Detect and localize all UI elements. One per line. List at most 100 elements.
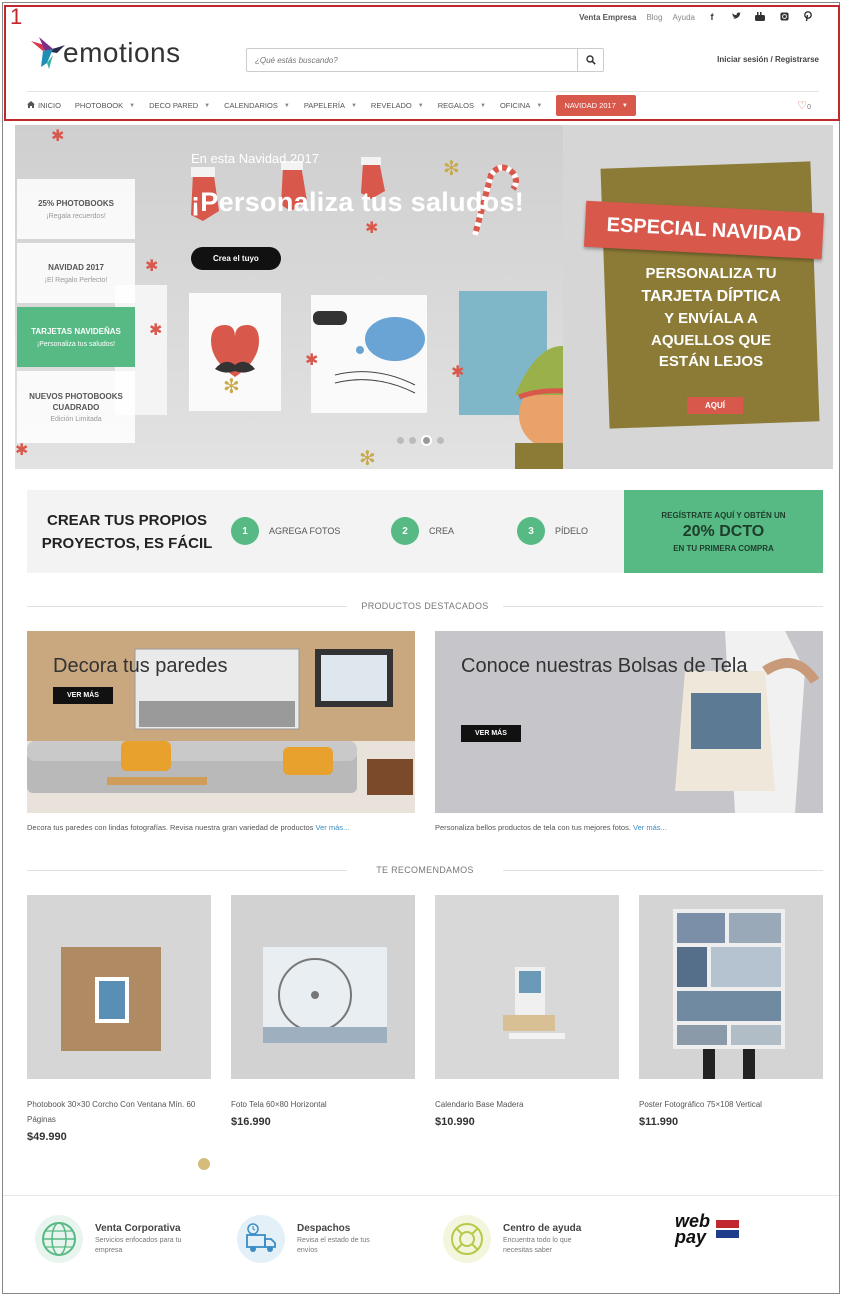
caret-down-icon: ▼ — [417, 102, 424, 109]
banner-aqui-button[interactable]: AQUÍ — [687, 397, 743, 414]
promo-discount: 20% DCTO — [682, 522, 765, 540]
hero-carousel[interactable]: ✱ ✱ ✱ ✱ ✱ ✱ ✱ ✻ ✻ ✻ En esta Navidad 2017 ¡Per… — [15, 125, 833, 469]
side-menu-item-navidad[interactable]: NAVIDAD 2017 ¡El Regalo Perfecto! — [17, 243, 135, 303]
side-menu-subtitle: ¡El Regalo Perfecto! — [44, 276, 108, 284]
card-brand-icon — [716, 1230, 739, 1239]
product-card[interactable]: Foto Tela 60×80 Horizontal $16.990 — [231, 895, 415, 1128]
side-menu-item-tarjetas[interactable]: TARJETAS NAVIDEÑAS ¡Personaliza tus salu… — [17, 307, 135, 367]
step-3: 3 PÍDELO — [517, 517, 588, 545]
section-title-text: TE RECOMENDAMOS — [376, 865, 474, 875]
svg-text:✱: ✱ — [149, 320, 162, 339]
footer-item-venta-corporativa[interactable]: Venta Corporativa Servicios enfocados pa… — [35, 1215, 185, 1263]
section-title-recomendamos: TE RECOMENDAMOS — [27, 865, 823, 875]
ver-mas-button[interactable]: VER MÁS — [53, 687, 113, 704]
webpay-wordmark: web pay — [675, 1212, 710, 1248]
step-label: CREA — [429, 526, 455, 536]
instagram-icon[interactable] — [777, 11, 791, 23]
product-price: $16.990 — [231, 1116, 271, 1129]
ver-mas-link[interactable]: Ver más... — [316, 823, 350, 832]
nav-item-regalos[interactable]: REGALOS ▼ — [438, 101, 486, 110]
footer-item-subtitle: Servicios enfocados para tu empresa — [95, 1237, 182, 1254]
svg-text:✻: ✻ — [443, 156, 460, 180]
venta-empresa-link[interactable]: Venta Empresa — [579, 13, 636, 22]
wishlist-button[interactable]: ♡0 — [797, 99, 811, 112]
featured-caption: Decora tus paredes con lindas fotografía… — [27, 823, 349, 832]
footer-item-despachos[interactable]: Despachos Revisa el estado de tus envíos — [237, 1215, 387, 1263]
featured-card-bolsas[interactable]: Conoce nuestras Bolsas de Tela VER MÁS — [435, 631, 823, 813]
svg-text:✻: ✻ — [359, 446, 376, 469]
ayuda-link[interactable]: Ayuda — [672, 13, 695, 22]
product-name: Foto Tela 60×80 Horizontal — [231, 1100, 327, 1109]
section-title-destacados: PRODUCTOS DESTACADOS — [27, 601, 823, 611]
youtube-icon[interactable] — [753, 11, 767, 23]
caret-down-icon: ▼ — [621, 102, 628, 109]
page-frame: Venta Empresa Blog Ayuda f emotions ¿Qué… — [2, 2, 840, 1294]
home-icon — [27, 101, 35, 110]
svg-text:✱: ✱ — [51, 126, 64, 145]
product-card[interactable]: Photobook 30×30 Corcho Con Ventana Mín. … — [27, 895, 211, 1143]
register-promo-button[interactable]: REGÍSTRATE AQUÍ Y OBTÉN UN 20% DCTO EN T… — [624, 490, 823, 573]
hero-subtitle: En esta Navidad 2017 — [191, 151, 319, 166]
nav-item-label: PAPELERÍA — [303, 101, 345, 110]
svg-text:✱: ✱ — [305, 350, 318, 369]
hummingbird-logo-icon — [29, 33, 65, 69]
side-menu-title: NUEVOS PHOTOBOOKS CUADRADO — [29, 391, 123, 412]
main-nav: INICIO PHOTOBOOK ▼ DECO PARED ▼ CALENDARIO… — [27, 91, 819, 119]
nav-item-calendarios[interactable]: CALENDARIOS ▼ — [224, 101, 290, 110]
blog-link[interactable]: Blog — [646, 13, 662, 22]
step-1: 1 AGREGA FOTOS — [231, 517, 340, 545]
featured-card-title: Conoce nuestras Bolsas de Tela — [461, 655, 748, 677]
carousel-dot[interactable] — [437, 437, 444, 444]
facebook-icon[interactable]: f — [705, 12, 719, 22]
nav-item-revelado[interactable]: REVELADO ▼ — [371, 101, 424, 110]
footer-divider — [3, 1195, 839, 1196]
ver-mas-link[interactable]: Ver más... — [633, 823, 667, 832]
nav-item-navidad-2017[interactable]: NAVIDAD 2017 ▼ — [556, 95, 636, 116]
footer-item-title: Venta Corporativa — [95, 1223, 181, 1235]
featured-card-title: Decora tus paredes — [53, 655, 228, 677]
product-name: Poster Fotográfico 75×108 Vertical — [639, 1100, 762, 1109]
crea-el-tuyo-button[interactable]: Crea el tuyo — [191, 247, 281, 270]
banner-line: AQUELLOS QUE — [650, 331, 771, 349]
footer-item-subtitle: Encuentra todo lo que necesitas saber — [503, 1237, 572, 1254]
nav-item-deco-pared[interactable]: DECO PARED ▼ — [149, 101, 210, 110]
svg-text:✻: ✻ — [223, 374, 240, 398]
side-menu-item-nuevos-photobooks[interactable]: NUEVOS PHOTOBOOKS CUADRADO Edición Limit… — [17, 371, 135, 443]
nav-item-label: REVELADO — [370, 101, 412, 110]
nav-item-photobook[interactable]: PHOTOBOOK ▼ — [75, 101, 135, 110]
search-input[interactable] — [247, 49, 577, 71]
carousel-dot[interactable] — [409, 437, 416, 444]
delivery-truck-icon — [237, 1215, 285, 1263]
nav-item-oficina[interactable]: OFICINA ▼ — [500, 101, 542, 110]
logo[interactable]: emotions — [29, 33, 181, 69]
login-register-link[interactable]: Iniciar sesión / Registrarse — [717, 55, 819, 64]
nav-item-inicio[interactable]: INICIO — [27, 101, 61, 110]
nav-item-label: INICIO — [38, 101, 61, 110]
product-price: $10.990 — [435, 1116, 475, 1129]
product-card[interactable]: Poster Fotográfico 75×108 Vertical $11.9… — [639, 895, 823, 1128]
svg-text:✱: ✱ — [145, 256, 158, 275]
search-icon[interactable] — [577, 49, 603, 71]
side-menu-subtitle: ¡Personaliza tus saludos! — [36, 340, 116, 348]
pinterest-icon[interactable] — [801, 11, 815, 23]
webpay-text: pay — [675, 1227, 707, 1248]
banner-line: TARJETA DÍPTICA — [641, 287, 781, 305]
globe-icon — [35, 1215, 83, 1263]
carousel-dot[interactable] — [397, 437, 404, 444]
step-label: PÍDELO — [555, 526, 589, 536]
product-card[interactable]: Calendario Base Madera $10.990 — [435, 895, 619, 1128]
twitter-icon[interactable] — [729, 12, 743, 22]
ver-mas-button[interactable]: VER MÁS — [461, 725, 521, 742]
wishlist-count: 0 — [807, 104, 811, 111]
featured-card-paredes[interactable]: Decora tus paredes VER MÁS — [27, 631, 415, 813]
caption-text: Decora tus paredes con lindas fotografía… — [27, 823, 314, 832]
nav-item-papeleria[interactable]: PAPELERÍA ▼ — [304, 101, 357, 110]
carousel-dot-active[interactable] — [421, 435, 432, 446]
footer-item-centro-de-ayuda[interactable]: Centro de ayuda Encuentra todo lo que ne… — [443, 1215, 593, 1263]
hero-side-menu: 25% PHOTOBOOKS ¡Regala recuerdos! NAVIDA… — [17, 179, 135, 447]
step-number: 3 — [517, 517, 545, 545]
banner-text: PERSONALIZA TU TARJETA DÍPTICA Y ENVÍALA… — [611, 263, 811, 373]
webpay-logo: web pay — [675, 1212, 739, 1248]
product-price: $49.990 — [27, 1131, 67, 1144]
side-menu-item-photobooks[interactable]: 25% PHOTOBOOKS ¡Regala recuerdos! — [17, 179, 135, 239]
